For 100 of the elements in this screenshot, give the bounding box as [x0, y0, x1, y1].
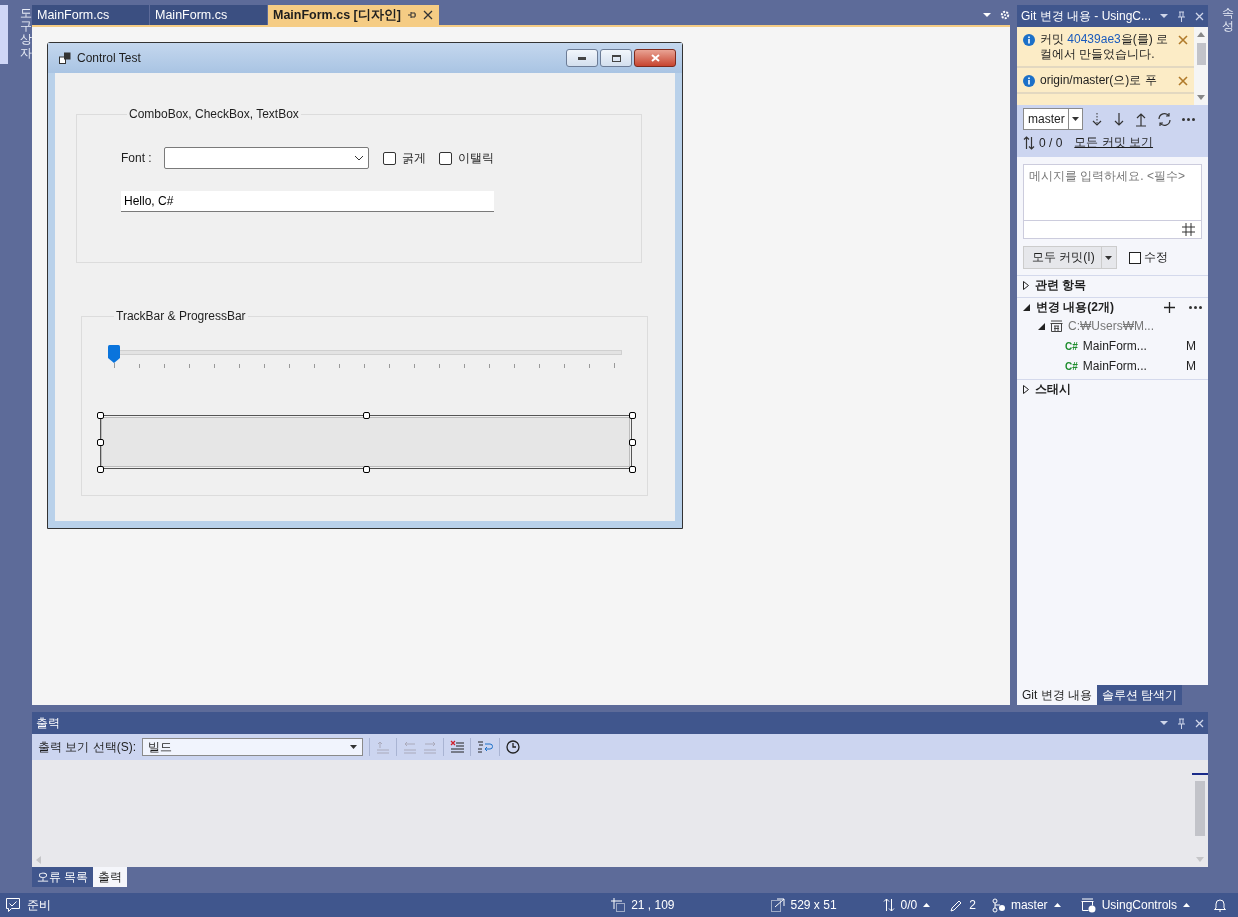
checkbox[interactable]: 수정 — [1128, 249, 1168, 266]
dropdown-icon[interactable] — [1160, 720, 1168, 726]
bell-icon[interactable] — [1214, 898, 1226, 912]
repository-icon[interactable] — [1080, 897, 1096, 913]
branch-icon[interactable] — [991, 897, 1005, 913]
chevron-down-icon — [354, 155, 364, 161]
output-source-dropdown[interactable]: 빌드 — [142, 738, 363, 756]
push-icon[interactable] — [1134, 111, 1147, 127]
ready-icon — [5, 897, 21, 913]
resize-handle[interactable] — [363, 466, 370, 473]
scrollbar[interactable] — [1194, 27, 1208, 105]
info-icon — [1023, 34, 1035, 46]
up-down-arrows-icon[interactable] — [882, 898, 895, 912]
minimize-icon — [578, 56, 586, 60]
minimize-button[interactable] — [566, 49, 598, 67]
caret-up-icon[interactable] — [923, 903, 931, 907]
hash-icon[interactable] — [1182, 223, 1195, 236]
document-tab[interactable]: MainForm.cs — [150, 5, 267, 25]
section-header[interactable]: 관련 항목 — [1035, 277, 1087, 294]
close-icon — [650, 54, 660, 62]
more-icon[interactable] — [1181, 117, 1195, 121]
resize-handle[interactable] — [629, 466, 636, 473]
commit-link[interactable]: 40439ae3 — [1067, 32, 1121, 46]
resize-handle[interactable] — [363, 412, 370, 419]
info-icon — [1023, 75, 1035, 87]
branch-name[interactable]: master — [1010, 898, 1048, 912]
pull-icon[interactable] — [1112, 111, 1125, 127]
file-item[interactable]: MainForm... — [1082, 339, 1147, 353]
sync-icon[interactable] — [1156, 111, 1172, 127]
commit-message-field[interactable]: 메시지를 입력하세요. <필수> — [1023, 164, 1202, 239]
font-combo-box[interactable] — [164, 147, 369, 169]
caret-up-icon[interactable] — [1053, 903, 1061, 907]
close-icon[interactable] — [422, 10, 433, 20]
section-header[interactable]: 변경 내용(2개) — [1036, 299, 1114, 316]
up-down-arrows-icon — [1023, 135, 1035, 150]
resize-handle[interactable] — [97, 412, 104, 419]
resize-handle[interactable] — [629, 439, 636, 446]
maximize-button[interactable] — [600, 49, 632, 67]
all-commits-link[interactable]: 모든 커밋 보기 — [1074, 134, 1154, 151]
collapsed-icon[interactable] — [1023, 385, 1029, 394]
dropdown-icon[interactable] — [1160, 13, 1168, 19]
panel-tab[interactable]: Git 변경 내용 — [1017, 685, 1097, 705]
resize-handle[interactable] — [97, 466, 104, 473]
expanded-icon[interactable] — [1023, 304, 1030, 311]
file-item[interactable]: MainForm... — [1082, 359, 1147, 373]
position-icon — [611, 898, 626, 912]
font-label: Font : — [121, 151, 153, 165]
caret-down-icon — [1071, 117, 1079, 121]
pin-icon[interactable] — [406, 10, 417, 20]
slider-thumb[interactable] — [108, 345, 120, 363]
document-tab[interactable]: MainForm.cs — [32, 5, 149, 25]
form-title: Control Test — [77, 51, 141, 65]
scroll-thumb[interactable] — [1195, 781, 1205, 836]
word-wrap-icon[interactable] — [477, 740, 493, 754]
repository-name[interactable]: UsingControls — [1101, 898, 1177, 912]
tree-item[interactable]: C:₩Users₩M... — [1068, 319, 1154, 333]
repository-icon — [1050, 320, 1063, 332]
trackbar[interactable] — [108, 345, 622, 369]
panel-tab[interactable]: 오류 목록 — [32, 867, 94, 887]
add-icon[interactable] — [1164, 302, 1175, 313]
output-source-label: 출력 보기 선택(S): — [38, 738, 136, 756]
resize-handle[interactable] — [629, 412, 636, 419]
caret-down-icon — [1105, 255, 1113, 260]
notification-text: 커밋 40439ae3을(를) 로컬에서 만들었습니다. — [1040, 32, 1170, 62]
pencil-icon[interactable] — [950, 898, 964, 912]
maximize-icon — [611, 54, 621, 62]
dropdown-icon[interactable] — [983, 12, 991, 18]
file-status: M — [1186, 339, 1196, 353]
sync-count[interactable]: 0/0 — [900, 898, 918, 912]
selection-size: 529 x 51 — [790, 898, 837, 912]
scroll-up-icon[interactable] — [1197, 32, 1205, 37]
panel-tab[interactable]: 솔루션 탐색기 — [1097, 685, 1183, 705]
group-title: ComboBox, CheckBox, TextBox — [128, 107, 300, 121]
panel-tab[interactable]: 출력 — [93, 867, 128, 887]
changes-count[interactable]: 2 — [969, 898, 976, 912]
properties-tab[interactable]: 속성 — [1218, 5, 1236, 38]
checkbox[interactable]: 굵게 — [383, 149, 426, 167]
expanded-icon[interactable] — [1038, 322, 1045, 330]
text-field[interactable]: Hello, C# — [121, 191, 494, 212]
fetch-icon[interactable] — [1090, 111, 1103, 127]
settings-icon[interactable] — [1000, 10, 1010, 20]
collapsed-icon[interactable] — [1023, 281, 1029, 290]
file-status: M — [1186, 359, 1196, 373]
document-tab[interactable]: MainForm.cs [디자인] — [268, 5, 439, 25]
section-header[interactable]: 스태시 — [1035, 381, 1071, 398]
notification-text: origin/master(으)로 푸 — [1040, 73, 1158, 88]
group-title: TrackBar & ProgressBar — [115, 309, 247, 323]
branch-dropdown[interactable]: master — [1023, 108, 1083, 130]
clock-icon[interactable] — [506, 740, 520, 754]
checkbox[interactable]: 이탤릭 — [439, 149, 494, 167]
caret-down-icon — [350, 745, 357, 749]
scroll-thumb[interactable] — [1196, 43, 1206, 65]
clear-all-icon[interactable] — [450, 740, 464, 754]
scroll-down-icon[interactable] — [1197, 95, 1205, 100]
resize-handle[interactable] — [97, 439, 104, 446]
panel-title: 출력 — [36, 714, 60, 732]
caret-up-icon[interactable] — [1183, 903, 1190, 907]
more-icon[interactable] — [1189, 306, 1202, 309]
panel-title: Git 변경 내용 - UsingC... — [1021, 7, 1151, 25]
form-close-button[interactable] — [634, 49, 676, 67]
